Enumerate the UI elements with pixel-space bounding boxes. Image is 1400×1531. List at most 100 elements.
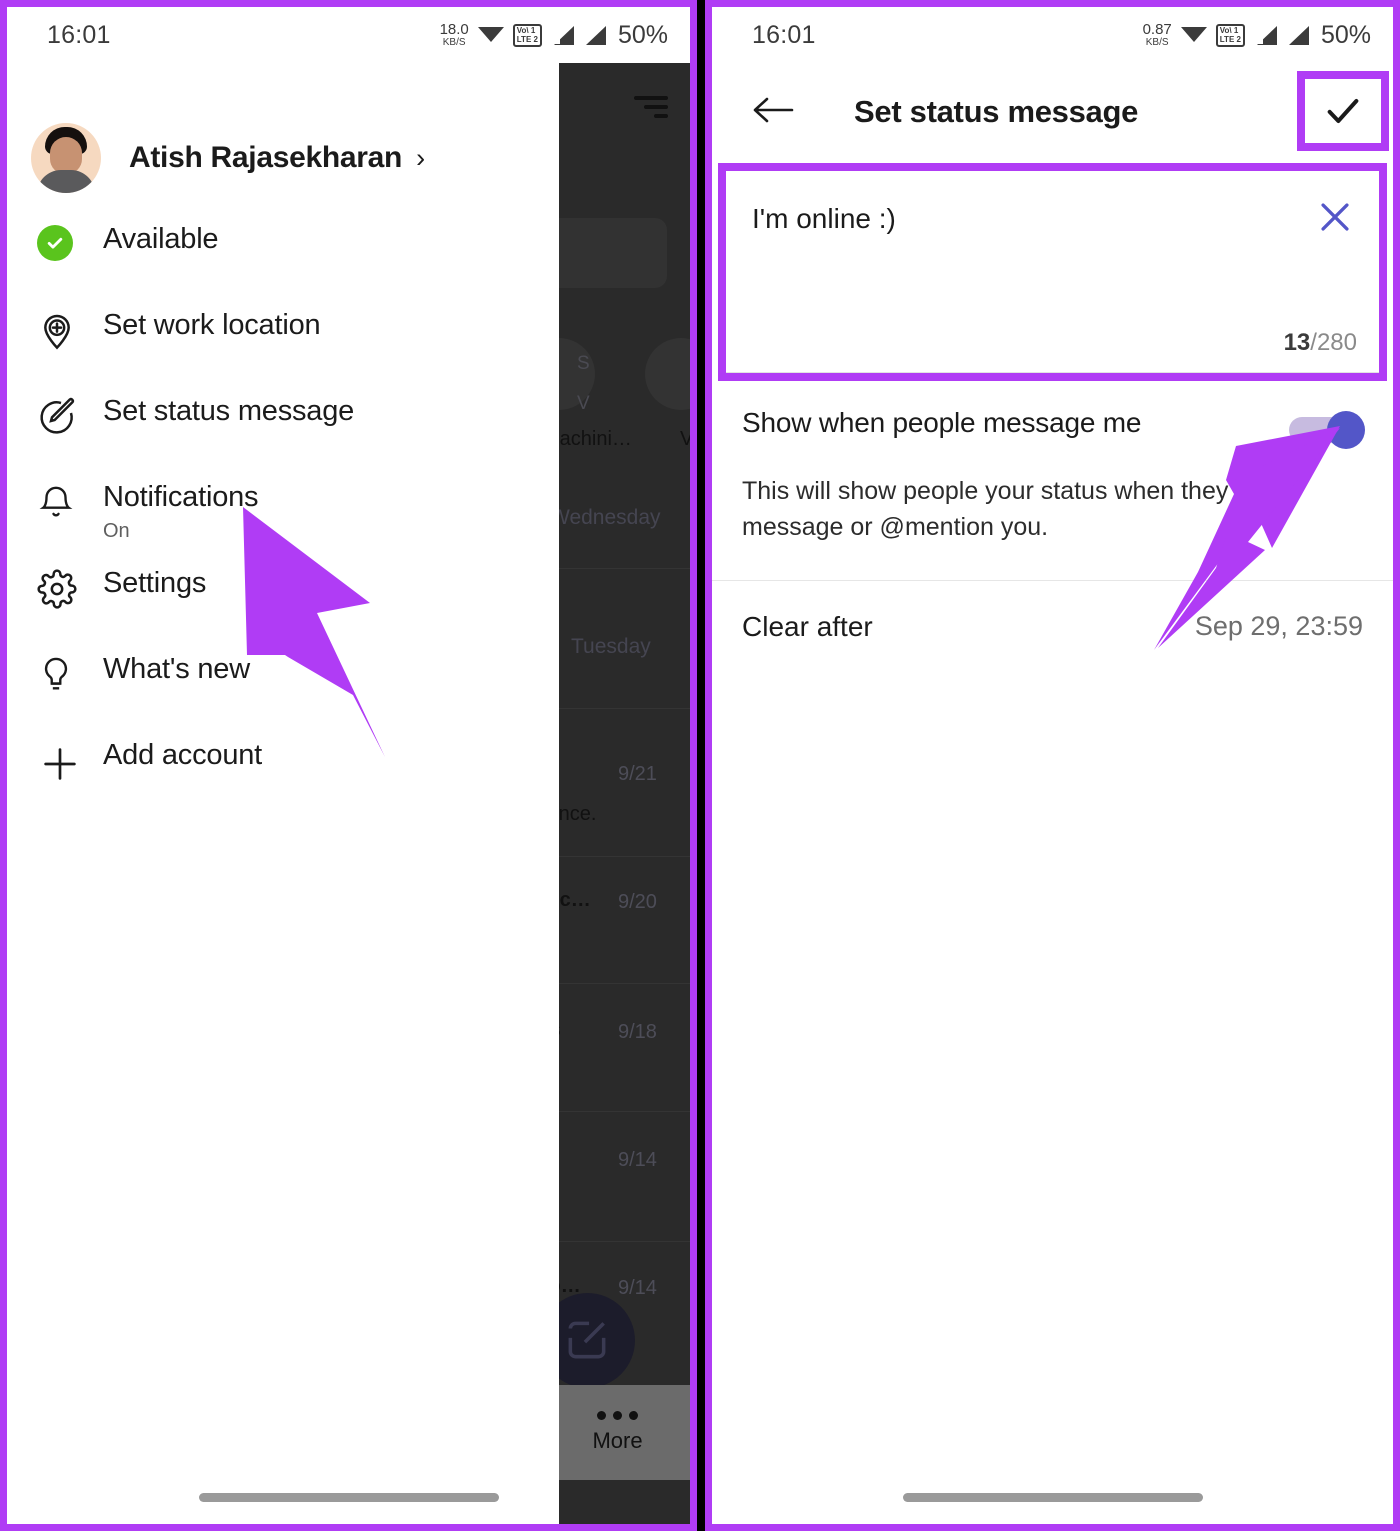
clear-text-button[interactable] bbox=[1313, 195, 1357, 239]
wifi-icon bbox=[477, 25, 504, 45]
list-divider bbox=[545, 568, 690, 569]
avatar-dimmed-2 bbox=[645, 338, 690, 410]
volte-line2: LTE 2 bbox=[516, 34, 538, 44]
filter-icon[interactable] bbox=[634, 96, 668, 123]
chat-date-4: 9/14 bbox=[618, 1149, 657, 1171]
network-speed-value: 18.0 bbox=[439, 21, 469, 38]
bell-icon bbox=[37, 479, 93, 521]
status-time: 16:01 bbox=[752, 20, 816, 49]
input-underline bbox=[726, 372, 1379, 373]
day-label-2: Tuesday bbox=[571, 635, 651, 658]
signal-icon-sim2 bbox=[583, 25, 606, 45]
clear-after-value: Sep 29, 23:59 bbox=[1194, 611, 1363, 641]
show-when-messaged-row[interactable]: Show when people message me bbox=[712, 381, 1393, 449]
volte-line1: Vo\ 1 bbox=[1219, 25, 1239, 35]
confirm-button[interactable] bbox=[1297, 71, 1389, 151]
menu-item-label: Notifications bbox=[103, 481, 259, 513]
network-speed: 0.87 KB/S bbox=[1143, 22, 1172, 48]
volte-line1: Vo\ 1 bbox=[516, 25, 536, 35]
wifi-icon bbox=[1180, 25, 1207, 45]
show-when-messaged-label: Show when people message me bbox=[742, 407, 1142, 438]
page-title: Set status message bbox=[854, 94, 1139, 129]
checkmark-icon bbox=[1327, 99, 1359, 123]
location-pin-plus-icon bbox=[37, 307, 93, 351]
left-phone-panel: 16:01 18.0 KB/S Vo\ 1 LTE 2 50% S V Mach… bbox=[0, 0, 697, 1531]
menu-item-set-status-message[interactable]: Set status message bbox=[7, 393, 559, 479]
profile-row[interactable]: Atish Rajasekharan › bbox=[7, 63, 559, 193]
menu-item-label: Settings bbox=[103, 567, 207, 599]
bottom-nav-more[interactable]: More bbox=[545, 1385, 690, 1480]
network-speed-unit: KB/S bbox=[1145, 37, 1169, 48]
list-divider bbox=[545, 708, 690, 709]
list-divider bbox=[545, 983, 690, 984]
app-header: Set status message bbox=[712, 63, 1393, 161]
menu-item-available[interactable]: Available bbox=[7, 221, 559, 307]
menu-item-label: What's new bbox=[103, 653, 250, 685]
network-speed: 18.0 KB/S bbox=[440, 22, 469, 48]
volte-icon: Vo\ 1 LTE 2 bbox=[1215, 23, 1245, 47]
menu-item-label: Set status message bbox=[103, 395, 355, 427]
right-phone-panel: 16:01 0.87 KB/S Vo\ 1 LTE 2 50% Set stat… bbox=[705, 0, 1400, 1531]
volte-icon: Vo\ 1 LTE 2 bbox=[512, 23, 542, 47]
list-divider bbox=[545, 856, 690, 857]
avatar bbox=[31, 123, 101, 193]
back-arrow-icon[interactable] bbox=[750, 92, 796, 133]
menu-item-sublabel: On bbox=[103, 520, 130, 542]
menu-item-add-account[interactable]: Add account bbox=[7, 737, 559, 823]
search-bar-dimmed[interactable] bbox=[545, 218, 667, 288]
signal-icon-sim2 bbox=[1286, 25, 1309, 45]
character-count-current: 13 bbox=[1283, 329, 1311, 356]
show-when-messaged-description: This will show people your status when t… bbox=[742, 477, 1229, 542]
chat-date-5: 9/14 bbox=[618, 1277, 657, 1299]
status-message-input-highlight: I'm online :) 13/280 bbox=[718, 163, 1387, 381]
list-divider bbox=[545, 1111, 690, 1112]
character-counter: 13/280 bbox=[1284, 329, 1357, 357]
network-speed-unit: KB/S bbox=[442, 37, 466, 48]
menu-item-whats-new[interactable]: What's new bbox=[7, 651, 559, 737]
network-speed-value: 0.87 bbox=[1142, 21, 1172, 38]
screenshot-stage: 16:01 18.0 KB/S Vo\ 1 LTE 2 50% S V Mach… bbox=[0, 0, 1400, 1531]
lightbulb-icon bbox=[37, 651, 93, 693]
chat-date-3: 9/18 bbox=[618, 1021, 657, 1043]
character-count-max: /280 bbox=[1310, 329, 1357, 356]
gesture-bar bbox=[198, 1493, 499, 1502]
menu-item-set-work-location[interactable]: Set work location bbox=[7, 307, 559, 393]
menu-item-label: Set work location bbox=[103, 309, 321, 341]
more-dots-icon bbox=[597, 1411, 638, 1420]
profile-name: Atish Rajasekharan bbox=[129, 141, 403, 174]
day-label-1: Wednesday bbox=[550, 506, 661, 529]
dimmed-background-app[interactable]: S V Machini… V Wednesday Tuesday 9/21 ie… bbox=[545, 63, 690, 1524]
close-x-icon bbox=[1321, 203, 1349, 231]
gesture-bar bbox=[902, 1493, 1203, 1502]
battery-percent: 50% bbox=[1320, 20, 1371, 49]
drawer-menu: Available Set work location Set status m… bbox=[7, 221, 559, 823]
volte-line2: LTE 2 bbox=[1219, 34, 1241, 44]
show-when-messaged-toggle[interactable] bbox=[1289, 411, 1365, 449]
battery-percent: 50% bbox=[617, 20, 668, 49]
check-circle-icon bbox=[37, 221, 93, 261]
menu-item-label: Add account bbox=[103, 739, 263, 771]
avatar-letter-1: S bbox=[577, 353, 590, 374]
chat-name-2: V bbox=[680, 428, 690, 451]
bottom-nav-more-label: More bbox=[592, 1428, 643, 1453]
menu-item-settings[interactable]: Settings bbox=[7, 565, 559, 651]
edit-pencil-circle-icon bbox=[37, 393, 93, 437]
status-message-input[interactable]: I'm online :) bbox=[752, 203, 896, 235]
account-drawer: Atish Rajasekharan › Available Set work … bbox=[7, 63, 559, 1524]
gear-icon bbox=[37, 565, 93, 609]
right-status-bar: 16:01 0.87 KB/S Vo\ 1 LTE 2 50% bbox=[712, 7, 1393, 63]
plus-icon bbox=[37, 737, 93, 787]
signal-icon-sim1 bbox=[551, 25, 574, 45]
menu-item-notifications[interactable]: Notifications On bbox=[7, 479, 559, 565]
clear-after-label: Clear after bbox=[742, 610, 873, 642]
status-time: 16:01 bbox=[47, 20, 111, 49]
left-status-bar: 16:01 18.0 KB/S Vo\ 1 LTE 2 50% bbox=[7, 7, 690, 63]
avatar-letter-2: V bbox=[577, 393, 590, 414]
chat-date-1: 9/21 bbox=[618, 763, 657, 785]
clear-after-row[interactable]: Clear after Sep 29, 23:59 bbox=[712, 581, 1393, 673]
chat-date-2: 9/20 bbox=[618, 891, 657, 913]
chevron-right-icon: › bbox=[416, 142, 426, 173]
compose-icon bbox=[568, 1321, 606, 1359]
signal-icon-sim1 bbox=[1254, 25, 1277, 45]
toggle-thumb bbox=[1327, 411, 1365, 449]
